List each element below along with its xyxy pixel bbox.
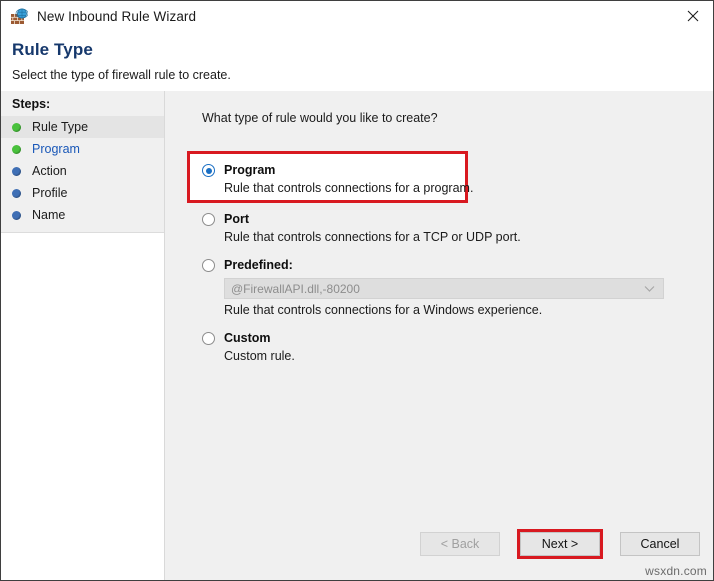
title-bar: New Inbound Rule Wizard xyxy=(1,1,714,32)
option-predefined[interactable]: Predefined: @FirewallAPI.dll,-80200 Rule… xyxy=(202,258,702,317)
option-label: Predefined: xyxy=(224,258,293,272)
option-custom[interactable]: Custom Custom rule. xyxy=(202,331,702,363)
footer-button-row: < Back Next > Cancel xyxy=(420,529,700,559)
sidebar-item-profile[interactable]: Profile xyxy=(1,182,164,204)
radio-port[interactable] xyxy=(202,213,215,226)
step-bullet-icon xyxy=(12,189,21,198)
rule-type-options: Program Rule that controls connections f… xyxy=(202,163,702,363)
steps-panel: Steps: Rule Type Program Action Profile xyxy=(1,91,164,233)
sidebar-item-program[interactable]: Program xyxy=(1,138,164,160)
sidebar-item-label: Name xyxy=(32,208,65,222)
page-title: Rule Type xyxy=(12,40,93,60)
sidebar-item-label: Program xyxy=(32,142,80,156)
steps-sidebar: Steps: Rule Type Program Action Profile xyxy=(1,91,165,580)
sidebar-item-label: Profile xyxy=(32,186,67,200)
option-description: Rule that controls connections for a pro… xyxy=(224,181,702,195)
next-button-wrap: Next > xyxy=(517,529,603,559)
step-bullet-icon xyxy=(12,145,21,154)
step-bullet-icon xyxy=(12,167,21,176)
radio-custom[interactable] xyxy=(202,332,215,345)
sidebar-item-action[interactable]: Action xyxy=(1,160,164,182)
cancel-button-wrap: Cancel xyxy=(620,529,700,559)
step-bullet-icon xyxy=(12,123,21,132)
option-label: Program xyxy=(224,163,275,177)
cancel-button[interactable]: Cancel xyxy=(620,532,700,556)
option-description: Rule that controls connections for a Win… xyxy=(224,303,702,317)
back-button: < Back xyxy=(420,532,500,556)
predefined-dropdown[interactable]: @FirewallAPI.dll,-80200 xyxy=(224,278,664,299)
back-button-wrap: < Back xyxy=(420,529,500,559)
page-header: Rule Type Select the type of firewall ru… xyxy=(1,32,714,91)
sidebar-item-name[interactable]: Name xyxy=(1,204,164,226)
close-icon[interactable] xyxy=(670,1,714,31)
option-description: Custom rule. xyxy=(224,349,702,363)
sidebar-item-rule-type[interactable]: Rule Type xyxy=(1,116,164,138)
sidebar-item-label: Rule Type xyxy=(32,120,88,134)
predefined-dropdown-value: @FirewallAPI.dll,-80200 xyxy=(225,282,360,296)
wizard-footer: < Back Next > Cancel xyxy=(165,507,713,580)
option-program[interactable]: Program Rule that controls connections f… xyxy=(202,163,702,197)
annotation-box-next xyxy=(517,529,603,559)
radio-program[interactable] xyxy=(202,164,215,177)
option-port[interactable]: Port Rule that controls connections for … xyxy=(202,212,702,244)
wizard-body: Steps: Rule Type Program Action Profile xyxy=(1,91,713,580)
option-description: Rule that controls connections for a TCP… xyxy=(224,230,702,244)
wizard-window: New Inbound Rule Wizard Rule Type Select… xyxy=(0,0,714,581)
steps-heading: Steps: xyxy=(1,91,164,116)
page-subtitle: Select the type of firewall rule to crea… xyxy=(12,68,231,82)
window-title: New Inbound Rule Wizard xyxy=(37,9,196,24)
step-bullet-icon xyxy=(12,211,21,220)
question-text: What type of rule would you like to crea… xyxy=(202,111,438,125)
chevron-down-icon xyxy=(644,285,655,292)
watermark: wsxdn.com xyxy=(645,564,707,578)
option-label: Port xyxy=(224,212,249,226)
sidebar-item-label: Action xyxy=(32,164,67,178)
firewall-globe-icon xyxy=(10,8,28,26)
option-label: Custom xyxy=(224,331,271,345)
radio-predefined[interactable] xyxy=(202,259,215,272)
